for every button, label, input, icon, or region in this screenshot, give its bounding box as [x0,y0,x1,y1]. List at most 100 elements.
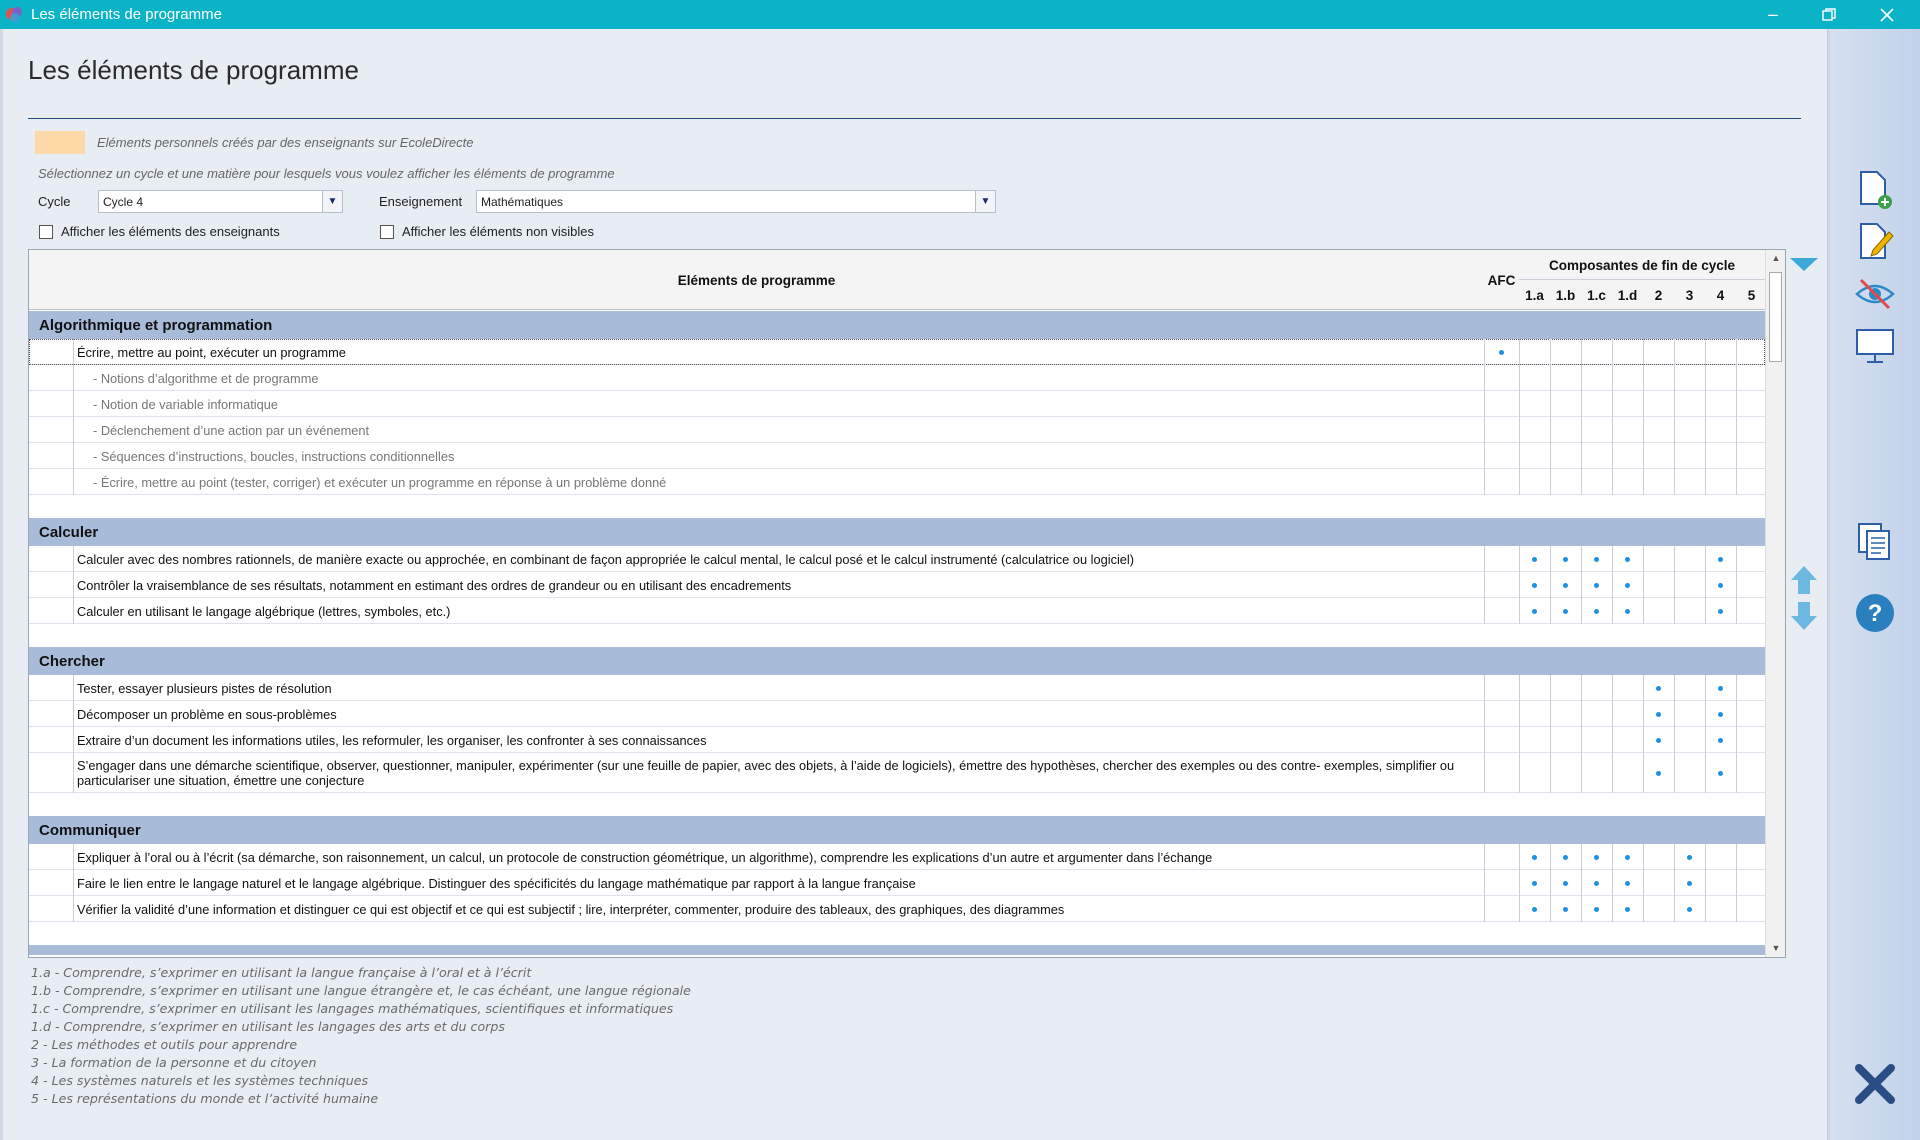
cycle-value: Cycle 4 [103,194,144,209]
sub-element-row[interactable]: - Notion de variable informatique [29,391,1766,417]
header-elements: Eléments de programme [677,272,836,288]
display-icon[interactable] [1854,325,1896,367]
show-teachers-checkbox[interactable]: Afficher les éléments des enseignants [39,224,280,239]
header-col-5: 5 [1747,287,1756,303]
header-composantes: Composantes de fin de cycle [1548,257,1736,273]
table-header: Eléments de programme AFC Composantes de… [29,250,1765,310]
element-text: - Notion de variable informatique [93,396,278,412]
restore-icon[interactable] [1806,0,1852,29]
footnote: 2 - Les méthodes et outils pour apprendr… [31,1037,298,1052]
element-text: S’engager dans une démarche scientifique… [77,758,1455,788]
component-marker-1d [1625,609,1630,614]
header-afc: AFC [1487,272,1516,288]
component-marker-1b [1563,609,1568,614]
minimize-icon[interactable]: – [1750,0,1796,29]
new-document-icon[interactable] [1854,169,1896,211]
footnotes: 1.a - Comprendre, s’exprimer en utilisan… [31,964,691,1108]
component-marker-2 [1656,771,1661,776]
selection-hint: Sélectionnez un cycle et une matière pou… [38,166,615,181]
element-text: Faire le lien entre le langage naturel e… [77,875,916,891]
element-row[interactable]: Contrôler la vraisemblance de ses résult… [29,572,1766,598]
vertical-scrollbar[interactable]: ▲ ▼ [1765,250,1785,957]
cycle-select[interactable]: Cycle 4 ▼ [98,190,343,213]
element-row[interactable]: Décomposer un problème en sous-problèmes [29,701,1766,727]
chevron-down-icon[interactable]: ▼ [975,191,995,212]
element-row[interactable]: Extraire d’un document les informations … [29,727,1766,753]
element-row[interactable]: Tester, essayer plusieurs pistes de réso… [29,675,1766,701]
sub-element-row[interactable]: - Écrire, mettre au point (tester, corri… [29,469,1766,495]
checkbox-box[interactable] [39,224,53,239]
window-titlebar: Les éléments de programme [0,0,1920,29]
component-marker-4 [1718,609,1723,614]
show-hidden-checkbox[interactable]: Afficher les éléments non visibles [380,224,594,239]
sub-element-row[interactable]: - Séquences d’instructions, boucles, ins… [29,443,1766,469]
svg-text:?: ? [1868,600,1883,627]
element-text: - Séquences d’instructions, boucles, ins… [93,448,455,464]
component-marker-2 [1656,686,1661,691]
move-up-down-icon[interactable] [1791,566,1817,630]
component-marker-1c [1594,855,1599,860]
component-marker-4 [1718,771,1723,776]
chevron-down-icon[interactable]: ▼ [322,191,342,212]
element-text: Tester, essayer plusieurs pistes de réso… [77,680,332,696]
component-marker-1b [1563,855,1568,860]
component-marker-1d [1625,907,1630,912]
scroll-down-icon[interactable]: ▼ [1766,940,1785,956]
footnote: 4 - Les systèmes naturels et les système… [31,1073,369,1088]
help-icon[interactable]: ? [1854,592,1896,634]
sub-element-row[interactable]: - Notions d’algorithme et de programme [29,365,1766,391]
section-header[interactable]: Calculer [29,518,1765,546]
hide-icon[interactable] [1854,273,1896,315]
scroll-thumb[interactable] [1769,272,1782,362]
program-elements-table: Eléments de programme AFC Composantes de… [28,249,1786,958]
checkbox-box[interactable] [380,224,394,239]
window-close-icon[interactable] [1864,0,1910,29]
close-icon[interactable] [1854,1063,1896,1105]
component-marker-1c [1594,609,1599,614]
sub-element-row[interactable]: - Déclenchement d’une action par un évén… [29,417,1766,443]
element-row[interactable]: Écrire, mettre au point, exécuter un pro… [29,339,1766,365]
component-marker-4 [1718,557,1723,562]
collapse-triangle-icon[interactable] [1789,257,1819,273]
footnote: 5 - Les représentations du monde et l’ac… [31,1091,379,1106]
element-row[interactable]: Expliquer à l’oral ou à l’écrit (sa déma… [29,844,1766,870]
component-marker-4 [1718,686,1723,691]
element-text: Décomposer un problème en sous-problèmes [77,706,337,722]
element-row[interactable]: Vérifier la validité d’une information e… [29,896,1766,922]
legend-text: Eléments personnels créés par des enseig… [97,135,474,150]
cycle-label: Cycle [38,194,71,209]
copy-icon[interactable] [1854,521,1896,563]
component-marker-1b [1563,583,1568,588]
section-header[interactable]: Chercher [29,647,1765,675]
edit-icon[interactable] [1854,221,1896,263]
component-marker-1a [1532,583,1537,588]
right-toolbar: ? [1830,29,1920,1140]
component-marker-1b [1563,881,1568,886]
afc-marker [1499,350,1504,355]
element-text: Écrire, mettre au point, exécuter un pro… [77,344,346,360]
page-title: Les éléments de programme [28,55,359,85]
section-header [29,945,1765,955]
title-divider [28,118,1801,119]
component-marker-1c [1594,557,1599,562]
element-row[interactable]: Calculer en utilisant le langage algébri… [29,598,1766,624]
footnote: 1.a - Comprendre, s’exprimer en utilisan… [31,965,532,980]
element-text: - Déclenchement d’une action par un évén… [93,422,370,438]
section-header[interactable]: Communiquer [29,816,1765,844]
element-text: Calculer en utilisant le langage algébri… [77,603,451,619]
element-row[interactable]: Calculer avec des nombres rationnels, de… [29,546,1766,572]
component-marker-1a [1532,609,1537,614]
component-marker-1b [1563,907,1568,912]
element-row[interactable]: Faire le lien entre le langage naturel e… [29,870,1766,896]
component-marker-2 [1656,738,1661,743]
element-row[interactable]: S’engager dans une démarche scientifique… [29,753,1766,793]
section-header[interactable]: Algorithmique et programmation [29,311,1765,339]
scroll-up-icon[interactable]: ▲ [1766,250,1785,266]
footnote: 1.c - Comprendre, s’exprimer en utilisan… [31,1001,674,1016]
component-marker-1d [1625,583,1630,588]
enseignement-value: Mathématiques [481,194,564,209]
component-marker-1c [1594,583,1599,588]
footnote: 3 - La formation de la personne et du ci… [31,1055,317,1070]
header-col-1d: 1.d [1617,287,1638,303]
enseignement-select[interactable]: Mathématiques ▼ [476,190,996,213]
